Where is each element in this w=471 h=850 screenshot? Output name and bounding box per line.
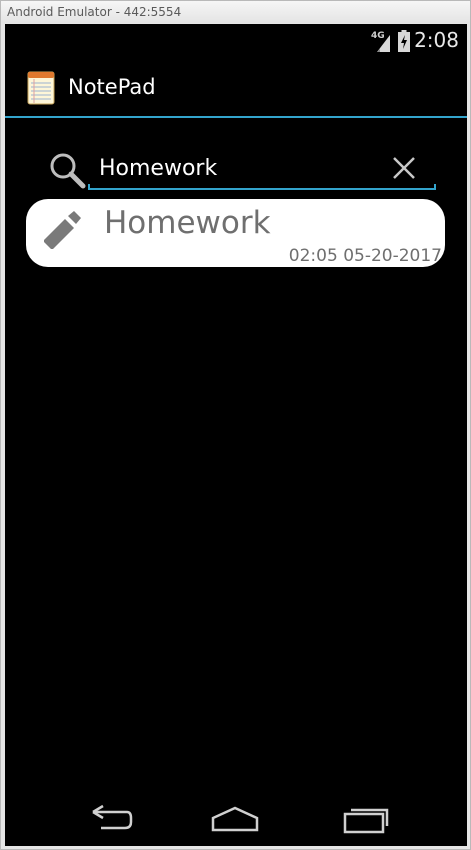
action-bar-divider <box>5 116 467 118</box>
action-bar: NotePad <box>5 58 467 118</box>
window-title: Android Emulator - 442:5554 <box>1 1 470 23</box>
search-underline <box>88 184 436 190</box>
search-icon <box>50 153 86 189</box>
close-icon[interactable] <box>391 155 417 181</box>
battery-icon <box>398 30 410 52</box>
list-item[interactable]: Homework 02:05 05-20-2017 <box>26 199 445 267</box>
search-input[interactable]: Homework <box>99 153 379 185</box>
app-title: NotePad <box>68 75 156 99</box>
device-screen: 4G 2:08 NotePad Homework Homework 02:05 … <box>5 24 467 846</box>
back-icon[interactable] <box>83 804 133 834</box>
note-date: 02:05 05-20-2017 <box>288 246 442 266</box>
note-title: Homework <box>104 205 271 241</box>
network-type: 4G <box>371 31 385 41</box>
recents-icon[interactable] <box>341 802 391 836</box>
notepad-icon[interactable] <box>27 71 55 105</box>
clock: 2:08 <box>414 28 459 52</box>
emulator-window: Android Emulator - 442:5554 4G 2:08 Note… <box>0 0 471 850</box>
status-bar: 4G 2:08 <box>5 24 467 58</box>
navigation-bar <box>5 794 467 846</box>
home-icon[interactable] <box>209 804 261 834</box>
pencil-icon <box>44 211 81 249</box>
